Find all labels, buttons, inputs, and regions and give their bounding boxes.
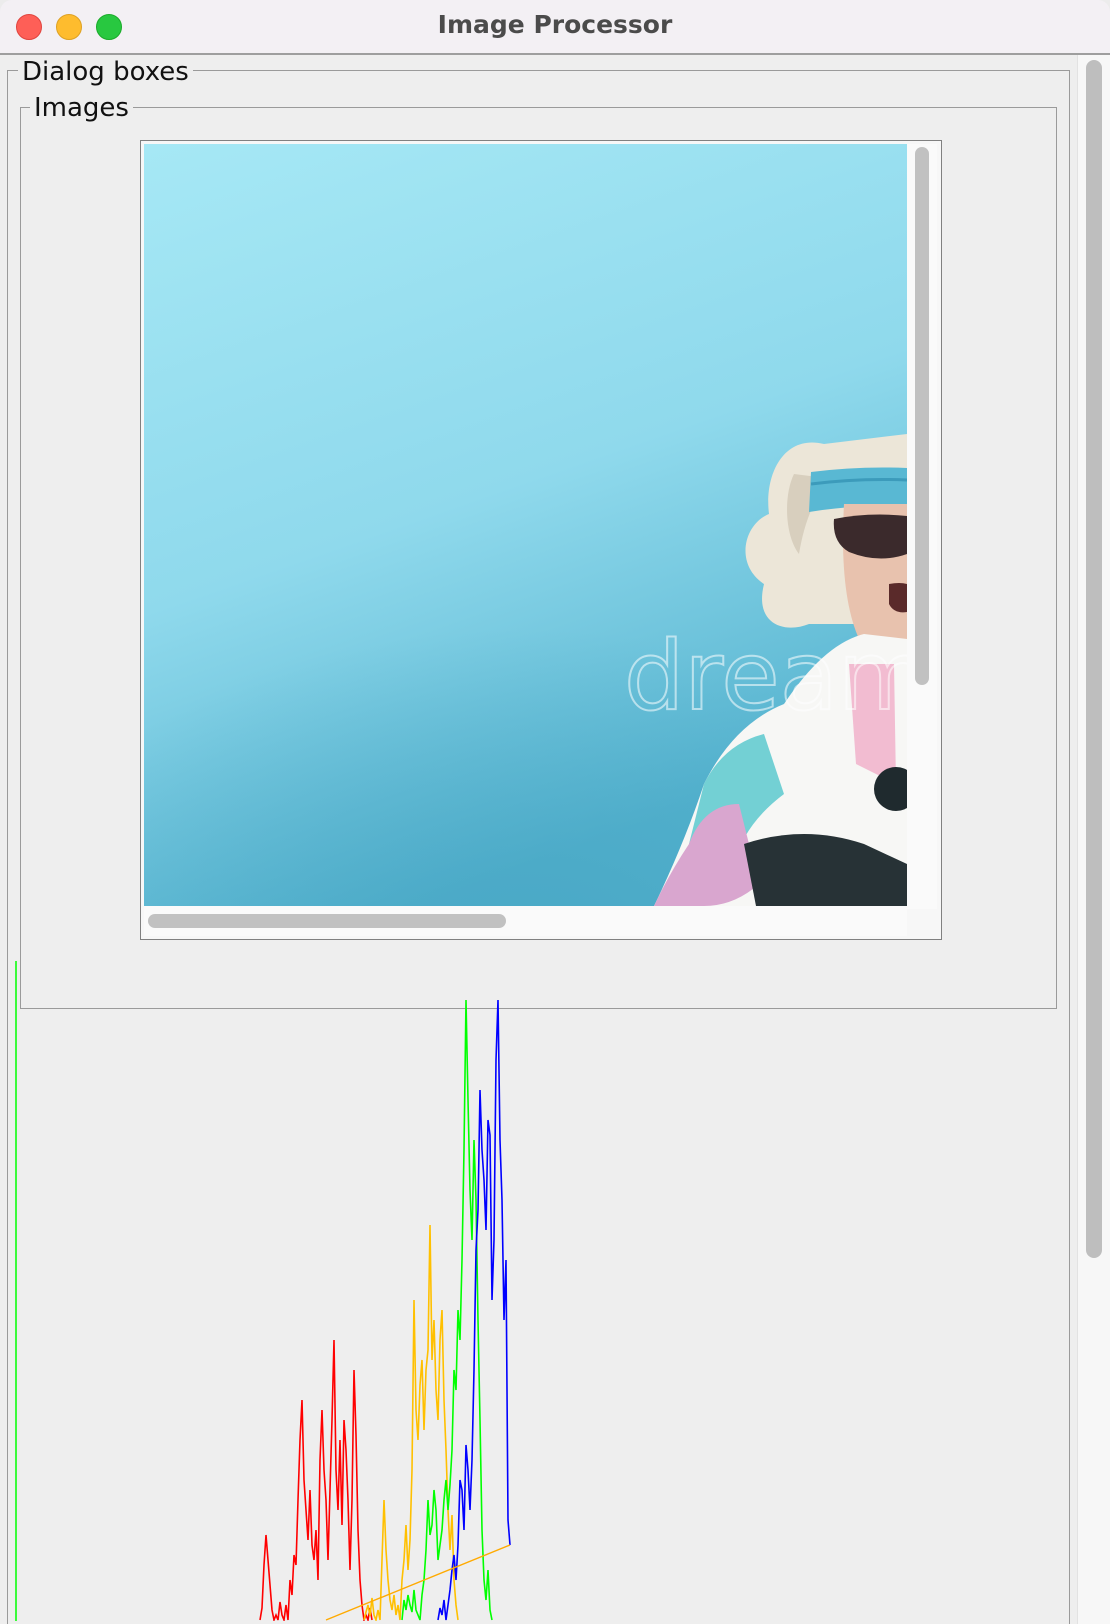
dialog-boxes-legend: Dialog boxes bbox=[18, 57, 193, 87]
image-scroll-pane[interactable]: dream bbox=[140, 140, 942, 940]
image-watermark: dream bbox=[624, 622, 907, 732]
histogram-orange-series bbox=[363, 1224, 459, 1621]
image-vertical-scrollbar[interactable] bbox=[907, 144, 937, 909]
histogram-chart bbox=[15, 961, 511, 1621]
loaded-image: dream bbox=[144, 144, 907, 906]
window-title: Image Processor bbox=[437, 10, 673, 39]
image-horizontal-scrollbar[interactable] bbox=[144, 906, 907, 936]
histogram-line-series bbox=[325, 1544, 511, 1621]
window-vertical-scrollbar[interactable] bbox=[1077, 55, 1110, 1624]
histogram-red-series bbox=[259, 1339, 373, 1621]
images-legend: Images bbox=[30, 93, 133, 123]
title-bar: Image Processor bbox=[0, 0, 1110, 55]
image-vertical-scroll-thumb[interactable] bbox=[915, 147, 929, 685]
window-vertical-scroll-thumb[interactable] bbox=[1086, 60, 1102, 1258]
image-processor-window: Image Processor Dialog boxes Images drea… bbox=[0, 0, 1110, 1624]
histogram-green-series bbox=[401, 999, 493, 1621]
image-horizontal-scroll-thumb[interactable] bbox=[148, 914, 506, 928]
